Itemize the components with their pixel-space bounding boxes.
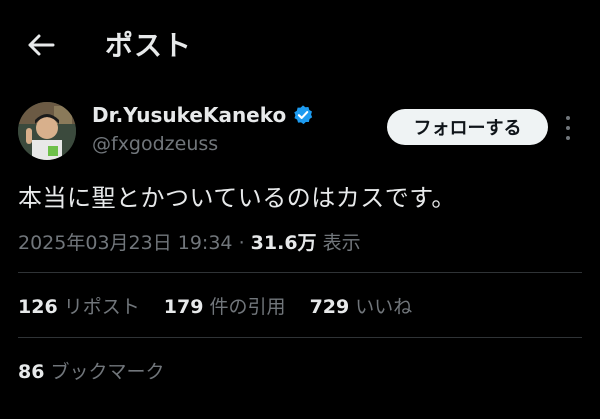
page-header: ポスト bbox=[0, 0, 600, 92]
avatar[interactable] bbox=[18, 102, 76, 160]
back-button[interactable] bbox=[24, 28, 58, 62]
timestamp[interactable]: 2025年03月23日 19:34 bbox=[18, 232, 233, 254]
meta-separator: · bbox=[238, 232, 245, 254]
tweet-text: 本当に聖とかついているのはカスです。 bbox=[18, 184, 456, 212]
verified-badge-icon bbox=[294, 105, 313, 125]
follow-button[interactable]: フォローする bbox=[387, 109, 548, 145]
bookmarks-stat[interactable]: 86 ブックマーク bbox=[18, 357, 165, 384]
likes-count: 729 bbox=[309, 296, 350, 318]
more-options-button[interactable] bbox=[558, 116, 578, 140]
views-count: 31.6万 bbox=[250, 232, 317, 254]
bookmarks-count: 86 bbox=[18, 361, 45, 383]
quotes-stat[interactable]: 179 件の引用 bbox=[164, 292, 286, 319]
more-vertical-icon bbox=[566, 116, 570, 120]
author-name[interactable]: Dr.YusukeKaneko bbox=[92, 103, 286, 127]
divider bbox=[18, 272, 582, 273]
reposts-label: リポスト bbox=[63, 296, 140, 318]
page-title: ポスト bbox=[105, 29, 193, 62]
quotes-count: 179 bbox=[163, 296, 204, 318]
reposts-stat[interactable]: 126 リポスト bbox=[18, 292, 140, 319]
reposts-count: 126 bbox=[18, 296, 58, 318]
divider bbox=[18, 337, 582, 338]
tweet-meta: 2025年03月23日 19:34 · 31.6万 表示 bbox=[18, 228, 361, 255]
author-handle[interactable]: @fxgodzeuss bbox=[92, 133, 218, 155]
arrow-left-icon bbox=[28, 34, 55, 56]
likes-label: いいね bbox=[355, 296, 413, 318]
likes-stat[interactable]: 729 いいね bbox=[310, 292, 413, 319]
bookmarks-label: ブックマーク bbox=[50, 361, 165, 383]
engagement-stats: 126 リポスト 179 件の引用 729 いいね bbox=[18, 292, 430, 319]
quotes-label: 件の引用 bbox=[209, 296, 286, 318]
views-label: 表示 bbox=[322, 232, 361, 254]
